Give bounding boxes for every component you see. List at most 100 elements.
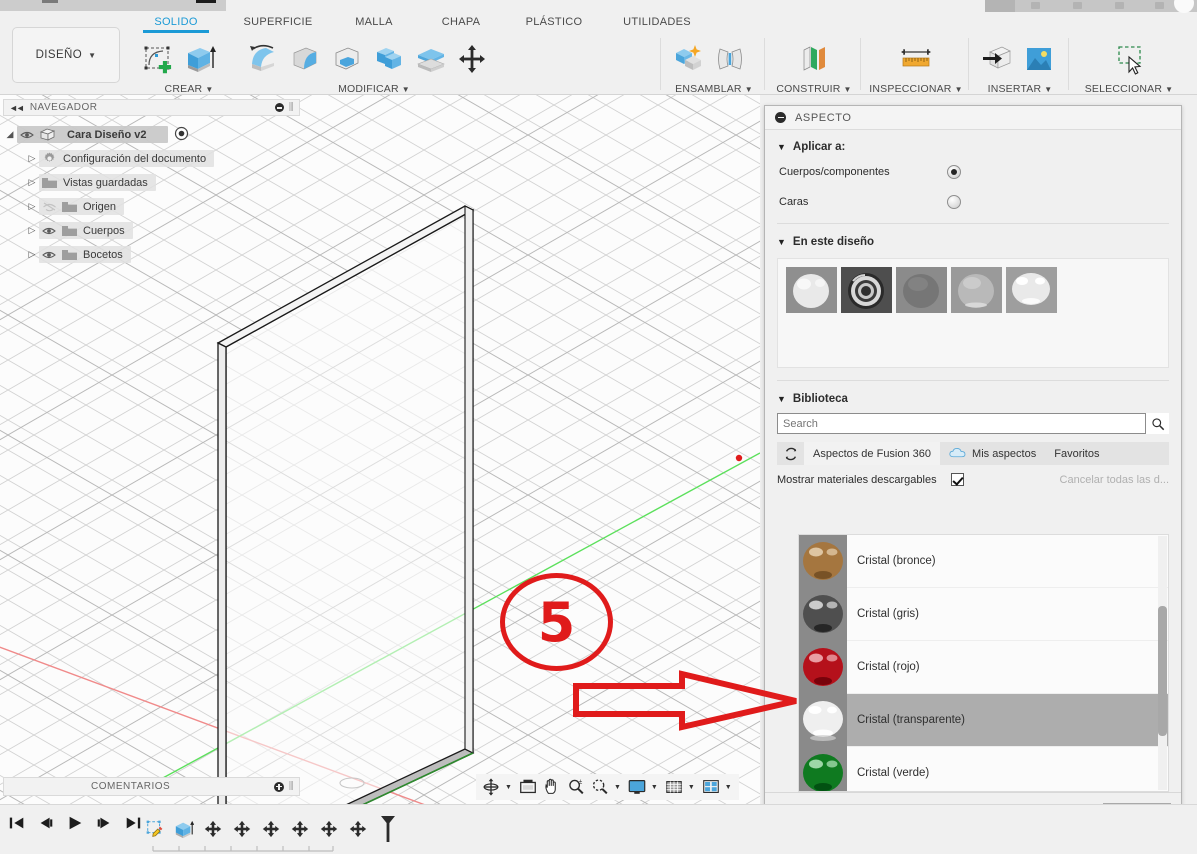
move-feature-icon[interactable] (319, 819, 339, 844)
apply-to-section-header[interactable]: ▼ Aplicar a: (765, 130, 1181, 157)
tab-mis-aspectos[interactable]: Mis aspectos (940, 442, 1045, 465)
panel-grip-icon[interactable]: ⫼ (289, 102, 294, 113)
apply-to-bodies-radio[interactable] (947, 165, 961, 179)
step-forward-icon[interactable] (95, 814, 113, 837)
material-row-cristal-transparente[interactable]: Cristal (transparente) (799, 693, 1168, 747)
sketch-feature-icon[interactable] (145, 819, 165, 844)
new-component-icon[interactable] (669, 40, 707, 78)
tab-chapa[interactable]: CHAPA (416, 16, 506, 28)
grid-snaps-icon[interactable] (663, 776, 685, 798)
combine-icon[interactable] (370, 40, 408, 78)
apply-to-option-faces[interactable]: Caras (765, 187, 1181, 217)
offset-plane-icon[interactable] (795, 40, 833, 78)
tab-malla[interactable]: MALLA (328, 16, 420, 28)
tree-item-bodies[interactable]: ▷ Cuerpos (3, 221, 300, 240)
swatch-clear-glass-sphere[interactable] (1006, 267, 1057, 313)
shell-icon[interactable] (328, 40, 366, 78)
press-pull-icon[interactable] (244, 40, 282, 78)
visibility-eye-icon[interactable] (39, 226, 59, 236)
tab-superficie[interactable]: SUPERFICIE (228, 16, 328, 28)
zoom-icon[interactable]: ± (565, 776, 587, 798)
material-row-cristal-rojo[interactable]: Cristal (rojo) (799, 640, 1168, 694)
material-list[interactable]: Cristal (bronce) Cristal (gris) Cristal … (798, 534, 1169, 792)
move-feature-icon[interactable] (261, 819, 281, 844)
orbit-icon[interactable] (480, 776, 502, 798)
chevron-down-icon[interactable]: ▼ (688, 784, 695, 791)
sketch-create-icon[interactable] (138, 40, 176, 78)
workspace-switcher-design[interactable]: DISEÑO ▼ (12, 27, 120, 83)
tab-solido[interactable]: SOLIDO (136, 16, 216, 33)
minimize-icon[interactable] (775, 112, 786, 123)
collapse-left-icon[interactable]: ◄◄ (9, 103, 25, 113)
swatch-matte-gray-sphere[interactable] (896, 267, 947, 313)
tab-utilidades[interactable]: UTILIDADES (602, 16, 712, 28)
move-feature-icon[interactable] (290, 819, 310, 844)
viewports-icon[interactable] (700, 776, 722, 798)
move-copy-icon[interactable] (454, 40, 492, 78)
visibility-eye-icon[interactable] (17, 130, 37, 140)
ribbon-group-construir-label[interactable]: CONSTRUIR ▼ (776, 83, 851, 95)
look-at-icon[interactable] (517, 776, 539, 798)
insert-canvas-icon[interactable] (1020, 40, 1058, 78)
cancel-downloads-link[interactable]: Cancelar todas las d... (1060, 474, 1169, 486)
ribbon-group-ensamblar-label[interactable]: ENSAMBLAR ▼ (675, 83, 753, 95)
expand-triangle-icon[interactable]: ▷ (25, 153, 39, 164)
go-to-start-icon[interactable] (8, 814, 26, 837)
apply-to-faces-radio[interactable] (947, 195, 961, 209)
activate-component-radio[interactable] (174, 126, 189, 144)
step-back-icon[interactable] (37, 814, 55, 837)
chevron-down-icon[interactable]: ▼ (725, 784, 732, 791)
navigator-header[interactable]: ◄◄ NAVEGADOR ⫼ (3, 99, 300, 116)
move-feature-icon[interactable] (348, 819, 368, 844)
display-settings-icon[interactable] (626, 776, 648, 798)
swatch-polished-chrome-ring[interactable] (841, 267, 892, 313)
library-section-header[interactable]: ▼ Biblioteca (765, 381, 1181, 405)
appearance-dialog-titlebar[interactable]: ASPECTO (765, 106, 1181, 130)
chevron-down-icon[interactable]: ▼ (614, 784, 621, 791)
zoom-window-icon[interactable] (589, 776, 611, 798)
swatch-frosted-white-sphere[interactable] (786, 267, 837, 313)
add-comment-icon[interactable] (273, 781, 284, 792)
window-selection-icon[interactable] (1110, 40, 1148, 78)
visibility-eye-icon[interactable] (39, 250, 59, 260)
chevron-down-icon[interactable]: ▼ (505, 784, 512, 791)
expand-triangle-icon[interactable]: ▷ (25, 177, 39, 188)
extrude-icon[interactable] (180, 40, 218, 78)
joint-icon[interactable] (711, 40, 749, 78)
expand-triangle-icon[interactable]: ▷ (25, 201, 39, 212)
ribbon-group-modificar-label[interactable]: MODIFICAR ▼ (338, 83, 410, 95)
comments-panel-header[interactable]: COMENTARIOS ⫼ (3, 777, 300, 796)
tree-item-root[interactable]: ◢ Cara Diseño v2 (3, 125, 300, 144)
minimize-icon[interactable] (274, 103, 284, 112)
tree-item-origin[interactable]: ▷ Origen (3, 197, 300, 216)
tab-favoritos[interactable]: Favoritos (1045, 442, 1108, 465)
expand-triangle-icon[interactable]: ▷ (25, 249, 39, 260)
tree-item-sketches[interactable]: ▷ Bocetos (3, 245, 300, 264)
pan-hand-icon[interactable] (541, 776, 563, 798)
refresh-icon[interactable] (777, 442, 804, 465)
split-face-icon[interactable] (412, 40, 450, 78)
apply-to-option-bodies[interactable]: Cuerpos/componentes (765, 157, 1181, 187)
ribbon-group-crear-label[interactable]: CREAR ▼ (165, 83, 214, 95)
ribbon-group-seleccionar-label[interactable]: SELECCIONAR ▼ (1085, 83, 1174, 95)
play-icon[interactable] (66, 814, 84, 837)
ribbon-group-inspeccionar-label[interactable]: INSPECCIONAR ▼ (869, 83, 962, 95)
timeline-end-marker[interactable] (377, 814, 397, 849)
material-list-scrollbar[interactable] (1158, 536, 1167, 790)
chevron-down-icon[interactable]: ▼ (651, 784, 658, 791)
swatch-light-gray-sphere[interactable] (951, 267, 1002, 313)
extrude-feature-icon[interactable] (174, 819, 195, 844)
search-icon[interactable] (1145, 413, 1169, 434)
move-feature-icon[interactable] (203, 819, 223, 844)
insert-derive-icon[interactable] (978, 40, 1016, 78)
ribbon-group-insertar-label[interactable]: INSERTAR ▼ (988, 83, 1053, 95)
scrollbar-thumb[interactable] (1158, 606, 1167, 736)
move-feature-icon[interactable] (232, 819, 252, 844)
tab-aspectos-de-fusion-360[interactable]: Aspectos de Fusion 360 (804, 442, 941, 465)
expand-triangle-icon[interactable]: ◢ (3, 129, 17, 140)
material-row-cristal-gris[interactable]: Cristal (gris) (799, 587, 1168, 641)
fillet-icon[interactable] (286, 40, 324, 78)
material-row-cristal-verde[interactable]: Cristal (verde) (799, 746, 1168, 791)
expand-triangle-icon[interactable]: ▷ (25, 225, 39, 236)
tree-item-saved-views[interactable]: ▷ Vistas guardadas (3, 173, 300, 192)
